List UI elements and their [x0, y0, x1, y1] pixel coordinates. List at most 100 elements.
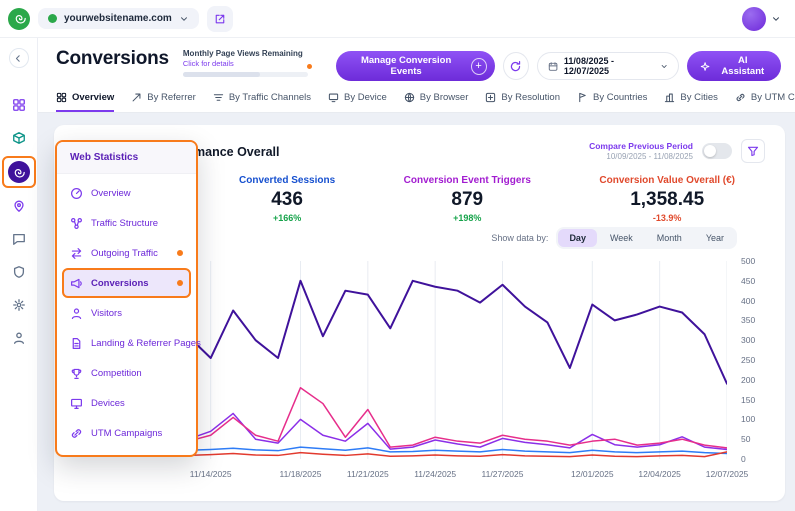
page-header: Conversions Monthly Page Views Remaining… — [38, 38, 795, 81]
y-tick-label: 500 — [741, 256, 756, 266]
menu-item-devices[interactable]: Devices — [62, 388, 191, 418]
topbar: yourwebsitename.com — [0, 0, 795, 38]
x-tick-label: 12/01/2025 — [571, 469, 614, 479]
page-title: Conversions — [56, 48, 169, 69]
apps-icon[interactable] — [4, 90, 34, 120]
granularity-week[interactable]: Week — [599, 229, 644, 247]
compare-range: 10/09/2025 - 11/08/2025 — [606, 152, 693, 161]
y-tick-label: 0 — [741, 454, 746, 464]
menu-title: Web Statistics — [57, 142, 196, 174]
date-range-value: 11/08/2025 - 12/07/2025 — [563, 56, 614, 76]
menu-item-landing-referrer-pages[interactable]: Landing & Referrer Pages — [62, 328, 201, 358]
menu-item-visitors[interactable]: Visitors — [62, 298, 191, 328]
ai-assistant-button[interactable]: AI Assistant — [687, 51, 782, 81]
manage-conversion-events-button[interactable]: Manage Conversion Events + — [335, 51, 495, 81]
chevron-down-icon — [179, 14, 189, 24]
y-tick-label: 150 — [741, 394, 756, 405]
y-tick-label: 350 — [741, 315, 756, 326]
calendar-icon — [548, 61, 558, 72]
tab-by-browser[interactable]: By Browser — [404, 92, 468, 112]
shield-icon[interactable] — [4, 257, 34, 287]
page-views-progress-bar — [182, 64, 312, 77]
y-axis-labels: 500 450 400 350 300 250 200 150 100 50 0 — [733, 256, 765, 464]
page-views-label: Monthly Page Views Remaining — [182, 49, 303, 58]
chat-icon[interactable] — [4, 224, 34, 254]
screen: yourwebsitename.com Conversions Monthly … — [0, 0, 795, 511]
granularity-month[interactable]: Month — [646, 229, 693, 247]
x-tick-label: 11/14/2025 — [189, 469, 232, 479]
website-selector[interactable]: yourwebsitename.com — [38, 8, 199, 29]
avatar[interactable] — [742, 6, 766, 31]
funnel-icon — [747, 145, 759, 157]
menu-item-competition[interactable]: Competition — [62, 358, 191, 388]
x-tick-label: 12/07/2025 — [705, 469, 749, 479]
tab-bar: Overview By Referrer By Traffic Channels… — [38, 81, 795, 113]
conversions-icon — [70, 277, 83, 290]
y-tick-label: 300 — [741, 335, 756, 346]
web-statistics-menu: Web Statistics Overview Traffic Structur… — [55, 140, 201, 457]
page-views-widget[interactable]: Monthly Page Views Remaining Click for d… — [182, 49, 312, 77]
menu-item-traffic-structure[interactable]: Traffic Structure — [62, 208, 191, 238]
brand-logo — [8, 7, 30, 30]
metric-conversion-value-overall: Conversion Value Overall (€) 1,358.45 -1… — [599, 175, 735, 223]
orange-dot — [177, 280, 183, 286]
tab-by-device[interactable]: By Device — [328, 92, 387, 112]
tab-by-countries[interactable]: By Countries — [577, 92, 647, 112]
gear-icon[interactable] — [4, 290, 34, 320]
y-tick-label: 250 — [741, 355, 756, 365]
sidebar-rail — [0, 38, 38, 511]
x-tick-label: 11/24/2025 — [414, 469, 457, 479]
menu-item-overview[interactable]: Overview — [62, 178, 191, 208]
y-tick-label: 100 — [741, 414, 756, 425]
page-views-details-link[interactable]: Click for details — [183, 59, 308, 68]
menu-item-conversions[interactable]: Conversions — [62, 268, 191, 298]
plus-icon: + — [470, 57, 487, 75]
filter-button[interactable] — [741, 139, 765, 163]
location-icon[interactable] — [4, 191, 34, 221]
compare-toggle[interactable] — [702, 143, 732, 159]
y-tick-label: 400 — [741, 295, 756, 306]
granularity-day[interactable]: Day — [558, 229, 597, 247]
website-dot-icon — [48, 14, 57, 23]
compare-label: Compare Previous Period — [589, 141, 693, 151]
user-icon[interactable] — [4, 323, 34, 353]
web-statistics-icon[interactable] — [7, 161, 30, 183]
tab-by-resolution[interactable]: By Resolution — [485, 92, 560, 112]
x-tick-label: 11/18/2025 — [279, 469, 322, 479]
landing-pages-icon — [70, 337, 83, 350]
competition-icon — [70, 367, 83, 380]
outgoing-traffic-icon — [70, 247, 83, 260]
tab-by-utm-campaign[interactable]: By UTM Campaign — [735, 92, 795, 112]
traffic-structure-icon — [70, 217, 83, 230]
avatar-chevron-icon[interactable] — [771, 14, 781, 24]
orange-dot — [177, 250, 183, 256]
tab-by-referrer[interactable]: By Referrer — [131, 92, 196, 112]
granularity-year[interactable]: Year — [695, 229, 735, 247]
tab-overview[interactable]: Overview — [56, 92, 114, 112]
collapse-sidebar-button[interactable] — [8, 48, 29, 68]
visitors-icon — [70, 307, 83, 320]
metric-conversion-event-triggers: Conversion Event Triggers 879 +198% — [403, 175, 531, 223]
utm-campaigns-icon — [70, 427, 83, 440]
tab-by-cities[interactable]: By Cities — [664, 92, 718, 112]
refresh-button[interactable] — [502, 52, 529, 80]
open-website-button[interactable] — [206, 5, 233, 32]
date-range-picker[interactable]: 11/08/2025 - 12/07/2025 — [536, 52, 680, 80]
compare-previous-period: Compare Previous Period 10/09/2025 - 11/… — [589, 139, 765, 163]
menu-item-outgoing-traffic[interactable]: Outgoing Traffic — [62, 238, 191, 268]
modules-icon[interactable] — [4, 123, 34, 153]
x-tick-label: 11/21/2025 — [346, 469, 389, 479]
tab-by-traffic-channels[interactable]: By Traffic Channels — [213, 92, 311, 112]
sparkle-icon — [700, 61, 710, 72]
active-nav-highlight — [1, 156, 36, 188]
x-axis-labels: 11/14/2025 11/18/2025 11/21/2025 11/24/2025… — [76, 465, 749, 479]
granularity-switcher: Day Week Month Year — [556, 227, 737, 249]
overview-icon — [70, 187, 83, 200]
menu-item-utm-campaigns[interactable]: UTM Campaigns — [62, 418, 191, 448]
metrics-row: Converted Sessions 436 +166% Conversion … — [239, 175, 735, 223]
notification-dot — [306, 64, 312, 69]
x-tick-label: 11/27/2025 — [481, 469, 524, 479]
metric-converted-sessions: Converted Sessions 436 +166% — [239, 175, 336, 223]
chevron-down-icon — [660, 62, 668, 71]
x-tick-label: 12/04/2025 — [638, 469, 681, 479]
